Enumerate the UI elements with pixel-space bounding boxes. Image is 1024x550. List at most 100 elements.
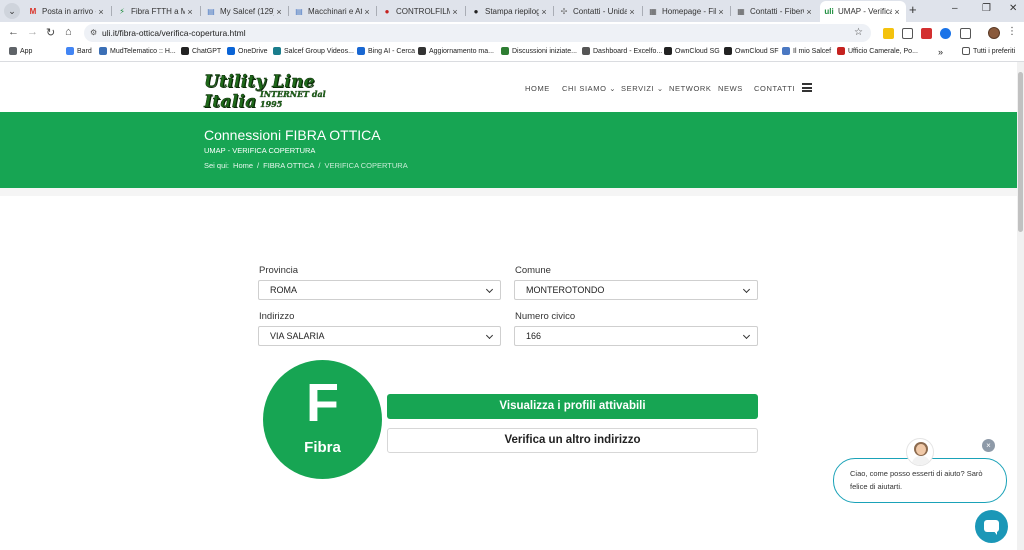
breadcrumb-home[interactable]: Home xyxy=(233,161,253,170)
hero-banner: Connessioni FIBRA OTTICA UMAP - VERIFICA… xyxy=(0,112,1017,188)
browser-tab[interactable]: ▤ My Salcef (129) × xyxy=(202,1,288,22)
minimize-icon[interactable]: – xyxy=(952,3,958,14)
tab-search-icon[interactable]: ⌄ xyxy=(4,3,20,19)
close-window-icon[interactable]: ✕ xyxy=(1009,3,1017,14)
tab-separator xyxy=(642,6,643,16)
bookmark-item[interactable]: Dashboard - Excelfo... xyxy=(582,47,662,55)
close-tab-icon[interactable]: × xyxy=(716,7,726,17)
nav-item[interactable]: NETWORK xyxy=(669,84,712,93)
browser-tab[interactable]: ● Stampa riepiloge× xyxy=(467,1,553,22)
scrollbar-thumb[interactable] xyxy=(1018,72,1023,232)
chat-bubble-icon xyxy=(984,520,999,535)
breadcrumb-fibra[interactable]: FIBRA OTTICA xyxy=(263,161,314,170)
close-tab-icon[interactable]: × xyxy=(450,7,460,17)
nav-item[interactable]: CHI SIAMO ⌄ xyxy=(562,84,616,93)
close-tab-icon[interactable]: × xyxy=(892,7,902,17)
profile-avatar[interactable] xyxy=(988,27,1000,39)
browser-tab[interactable]: M Posta in arrivo - fr× xyxy=(24,1,110,22)
bookmark-favicon-icon xyxy=(582,47,590,55)
all-bookmarks-folder[interactable]: Tutti i preferiti xyxy=(962,47,1015,55)
tab-title: Homepage - Fibe xyxy=(662,7,716,16)
bookmark-item[interactable]: Bing AI - Cerca xyxy=(357,47,415,55)
close-tab-icon[interactable]: × xyxy=(96,7,106,17)
browser-tab[interactable]: ⚡ Fibra FTTH a Mo× xyxy=(113,1,199,22)
bookmark-item[interactable]: MudTelematico :: H... xyxy=(99,47,176,55)
chat-close-icon[interactable]: × xyxy=(982,439,995,452)
browser-tab[interactable]: ▦ Contatti - FiberCo× xyxy=(732,1,818,22)
bookmark-favicon-icon xyxy=(837,47,845,55)
tab-separator xyxy=(730,6,731,16)
provincia-value: ROMA xyxy=(270,285,297,295)
cast-icon[interactable] xyxy=(902,28,913,39)
page-subtitle: UMAP - VERIFICA COPERTURA xyxy=(204,146,316,155)
provincia-label: Provincia xyxy=(259,265,299,276)
site-logo[interactable]: Utility Line Italia INTERNET dal 1995 xyxy=(204,72,344,112)
chat-agent-avatar xyxy=(906,438,934,466)
nav-item[interactable]: NEWS xyxy=(718,84,743,93)
bookmark-item[interactable]: ChatGPT xyxy=(181,47,221,55)
comune-select[interactable]: MONTEROTONDO xyxy=(514,280,758,300)
site-info-icon[interactable]: ⚙ xyxy=(90,24,97,42)
indirizzo-select[interactable]: VIA SALARIA xyxy=(258,326,501,346)
home-icon[interactable]: ⌂ xyxy=(65,26,72,38)
view-profiles-button[interactable]: Visualizza i profili attivabili xyxy=(387,394,758,419)
pdf-extension-icon[interactable] xyxy=(921,28,932,39)
bookmark-item[interactable]: OwnCloud SF xyxy=(724,47,779,55)
bookmark-item[interactable]: OwnCloud SG xyxy=(664,47,720,55)
extensions-puzzle-icon[interactable] xyxy=(960,28,971,39)
reload-icon[interactable]: ↻ xyxy=(46,26,55,39)
page-icon: ▦ xyxy=(737,6,745,16)
extension-blue-icon[interactable] xyxy=(940,28,951,39)
bookmark-label: App xyxy=(20,47,33,55)
bookmark-item[interactable]: OneDrive xyxy=(227,47,268,55)
hero-shadow xyxy=(0,188,1017,196)
nav-item[interactable]: HOME xyxy=(525,84,550,93)
comune-value: MONTEROTONDO xyxy=(526,285,605,295)
close-tab-icon[interactable]: × xyxy=(539,7,549,17)
browser-tab[interactable]: ✣ Contatti - Unidata× xyxy=(555,1,641,22)
provincia-select[interactable]: ROMA xyxy=(258,280,501,300)
bookmark-favicon-icon xyxy=(664,47,672,55)
bookmark-label: MudTelematico :: H... xyxy=(110,47,176,55)
nav-item[interactable]: SERVIZI ⌄ xyxy=(621,84,664,93)
bookmark-star-icon[interactable]: ☆ xyxy=(854,24,863,42)
check-another-address-button[interactable]: Verifica un altro indirizzo xyxy=(387,428,758,453)
restore-icon[interactable]: ❐ xyxy=(982,3,991,14)
hamburger-menu-icon[interactable] xyxy=(802,83,812,92)
chevron-down-icon xyxy=(485,331,494,340)
bookmark-item[interactable]: Il mio Salcef xyxy=(782,47,831,55)
bookmark-favicon-icon xyxy=(357,47,365,55)
breadcrumb-prefix: Sei qui: xyxy=(204,161,230,170)
indirizzo-value: VIA SALARIA xyxy=(270,331,325,341)
bookmarks-overflow-icon[interactable]: » xyxy=(938,47,943,57)
address-bar[interactable]: ⚙ uli.it/fibra-ottica/verifica-copertura… xyxy=(84,24,871,42)
close-tab-icon[interactable]: × xyxy=(804,7,814,17)
nav-item[interactable]: CONTATTI xyxy=(754,84,795,93)
bookmark-label: Discussioni iniziate... xyxy=(512,47,577,55)
browser-tab[interactable]: ▦ Homepage - Fibe× xyxy=(644,1,730,22)
browser-menu-icon[interactable]: ⋮ xyxy=(1007,26,1017,37)
close-tab-icon[interactable]: × xyxy=(274,7,284,17)
chat-launcher-button[interactable] xyxy=(975,510,1008,543)
bookmark-favicon-icon xyxy=(501,47,509,55)
bookmark-item[interactable]: App xyxy=(9,47,32,55)
forward-icon[interactable]: → xyxy=(27,26,38,38)
close-tab-icon[interactable]: × xyxy=(627,7,637,17)
bookmark-item[interactable]: Aggiornamento ma... xyxy=(418,47,494,55)
browser-tab[interactable]: ● CONTROLFILM - T× xyxy=(378,1,464,22)
bookmark-item[interactable]: Salcef Group Videos... xyxy=(273,47,354,55)
chevron-down-icon xyxy=(742,331,751,340)
extension-yellow-icon[interactable] xyxy=(883,28,894,39)
close-tab-icon[interactable]: × xyxy=(362,7,372,17)
browser-tab[interactable]: uli UMAP - Verifica C× xyxy=(820,1,906,22)
close-tab-icon[interactable]: × xyxy=(185,7,195,17)
new-tab-button[interactable]: + xyxy=(909,2,917,17)
bookmark-item[interactable]: Bard xyxy=(66,47,92,55)
page-scrollbar[interactable] xyxy=(1017,62,1024,550)
bookmark-item[interactable]: Discussioni iniziate... xyxy=(501,47,577,55)
browser-tab[interactable]: ▤ Macchinari e Attr × xyxy=(290,1,376,22)
back-icon[interactable]: ← xyxy=(8,26,19,38)
civico-select[interactable]: 166 xyxy=(514,326,758,346)
bookmark-item[interactable]: Ufficio Camerale, Po... xyxy=(837,47,918,55)
tab-title: UMAP - Verifica C xyxy=(838,7,892,16)
